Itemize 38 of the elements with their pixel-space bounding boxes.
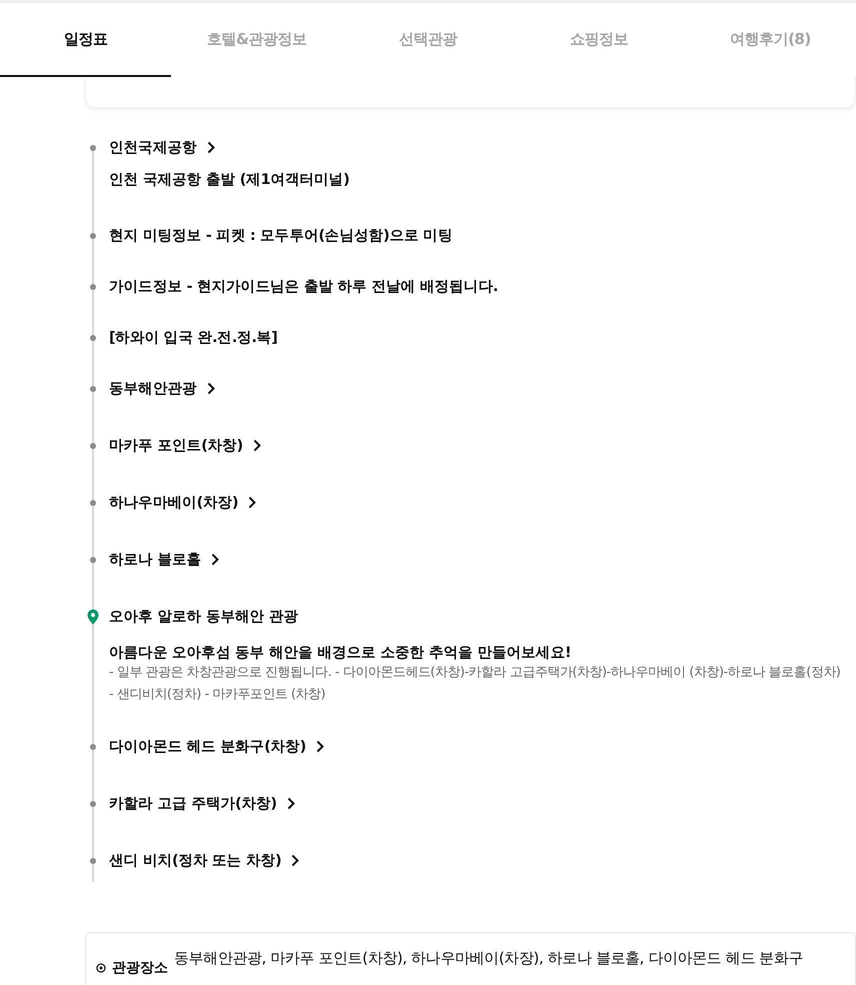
chevron-icon xyxy=(252,439,261,452)
place-link[interactable]: 다이아몬드 헤드 분화구(차창) xyxy=(109,737,324,756)
dot-icon xyxy=(90,858,96,864)
item-title: 오아후 알로하 동부해안 관광 xyxy=(109,608,298,626)
place-link[interactable]: 샌디 비치(정차 또는 차창) xyxy=(109,851,300,870)
place-link[interactable]: 동부해안관광 xyxy=(109,379,215,398)
place-link[interactable]: 마카푸 포인트(차창) xyxy=(109,436,261,455)
summary-text: 동부해안관광, 마카푸 포인트(차창), 하나우마베이(차장), 하로나 블로홀, 다이아몬드 헤드 분화구 xyxy=(174,949,804,968)
item-title: [하와이 입국 완.전.정.복] xyxy=(109,329,278,347)
dot-icon xyxy=(90,744,96,750)
chevron-icon xyxy=(211,553,220,566)
dot-icon xyxy=(90,233,96,239)
item-description: - 일부 관광은 차창관광으로 진행됩니다. - 다이아몬드헤드(차창)-카할라 고급주택가(차창)-하나우마베이 (차창)-하로나 블로홀(정차) - 샌디비치(정차) - 마카푸포인트 (차창) xyxy=(109,664,842,704)
chevron-icon xyxy=(206,382,215,395)
item-title: 현지 미팅정보 - 피켓 : 모두투어(손님성함)으로 미팅 xyxy=(109,227,452,245)
chevron-icon xyxy=(248,496,256,509)
dot-icon xyxy=(90,801,96,807)
item-title: 가이드정보 - 현지가이드님은 출발 하루 전날에 배정됩니다. xyxy=(109,278,498,296)
dot-icon xyxy=(90,284,96,290)
dot-icon xyxy=(90,145,96,151)
summary-label: 관광장소 xyxy=(112,959,168,977)
dot-icon xyxy=(90,557,96,563)
chevron-icon xyxy=(316,740,324,753)
pin-icon xyxy=(87,609,99,625)
item-detail: 인천 국제공항 출발 (제1여객터미널) xyxy=(109,171,350,189)
location-icon xyxy=(96,963,106,973)
chevron-icon xyxy=(206,141,215,154)
chevron-icon xyxy=(291,854,300,867)
item-detail: 아름다운 오아후섬 동부 해안을 배경으로 소중한 추억을 만들어보세요! xyxy=(109,644,572,662)
dot-icon xyxy=(90,386,96,392)
dot-icon xyxy=(90,500,96,506)
place-link[interactable]: 인천국제공항 xyxy=(109,138,215,157)
place-link[interactable]: 하로나 블로홀 xyxy=(109,550,220,569)
place-link[interactable]: 하나우마베이(차장) xyxy=(109,493,256,512)
dot-icon xyxy=(90,335,96,341)
place-link[interactable]: 카할라 고급 주택가(차창) xyxy=(109,794,295,813)
chevron-icon xyxy=(286,797,295,810)
dot-icon xyxy=(90,443,96,449)
